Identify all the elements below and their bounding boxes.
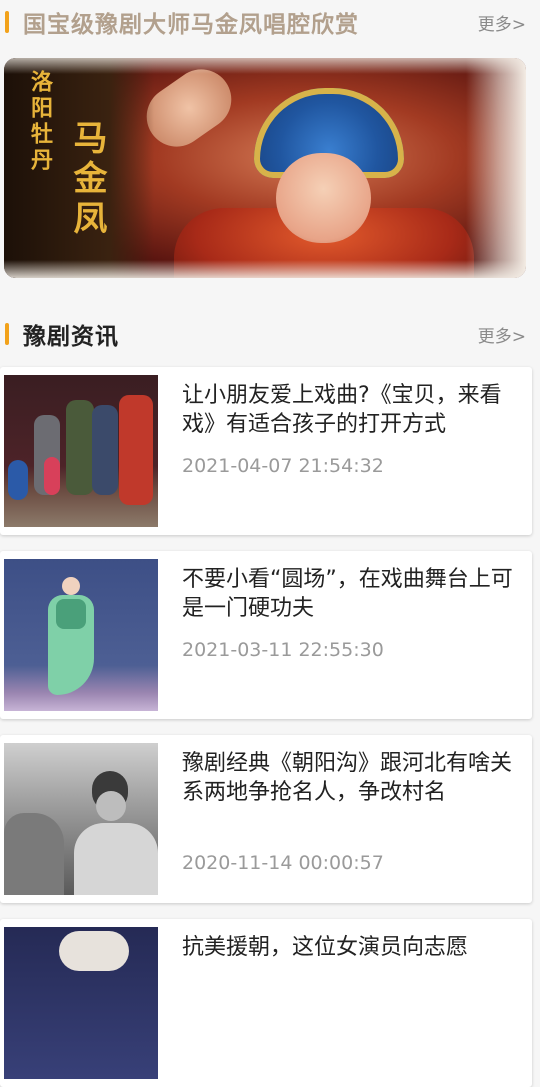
news-title: 抗美援朝，这位女演员向志愿: [182, 935, 469, 960]
section-header-news: 豫剧资讯 更多>: [0, 314, 540, 354]
section-accent-bar: [5, 323, 9, 345]
news-time: 2020-11-14 00:00:57: [182, 852, 384, 874]
banner-name-text: 马金凤: [67, 120, 107, 240]
news-time: 2021-04-07 21:54:32: [182, 455, 384, 477]
more-link[interactable]: 更多>: [478, 322, 526, 347]
section-header-master: 国宝级豫剧大师马金凤唱腔欣赏 更多>: [0, 2, 540, 42]
section-accent-bar: [5, 11, 9, 33]
news-thumbnail: [4, 559, 158, 711]
news-thumbnail: [4, 743, 158, 895]
banner-performer-face: [276, 153, 371, 243]
news-item[interactable]: 不要小看“圆场”，在戏曲舞台上可是一门硬功夫 2021-03-11 22:55:…: [0, 551, 532, 719]
banner-brush-top: [4, 58, 526, 74]
news-item[interactable]: 让小朋友爱上戏曲?《宝贝，来看戏》有适合孩子的打开方式 2021-04-07 2…: [0, 367, 532, 535]
news-thumbnail: [4, 927, 158, 1079]
news-item[interactable]: 豫剧经典《朝阳沟》跟河北有啥关系两地争抢名人，争改村名 2020-11-14 0…: [0, 735, 532, 903]
news-title: 让小朋友爱上戏曲?《宝贝，来看戏》有适合孩子的打开方式: [182, 383, 502, 437]
news-title: 豫剧经典《朝阳沟》跟河北有啥关系两地争抢名人，争改村名: [182, 751, 513, 805]
banner-poem-text: 洛阳牡丹: [27, 70, 53, 174]
banner-brush-bottom: [4, 260, 526, 278]
news-time: 2021-03-11 22:55:30: [182, 639, 384, 661]
section-title: 国宝级豫剧大师马金凤唱腔欣赏: [23, 12, 359, 38]
banner-brush-right: [466, 58, 526, 278]
news-thumbnail: [4, 375, 158, 527]
more-link[interactable]: 更多>: [478, 10, 526, 35]
section-title: 豫剧资讯: [23, 324, 119, 350]
news-item[interactable]: 抗美援朝，这位女演员向志愿: [0, 919, 532, 1087]
news-title: 不要小看“圆场”，在戏曲舞台上可是一门硬功夫: [182, 567, 513, 621]
banner-image[interactable]: 洛阳牡丹 马金凤: [4, 58, 526, 278]
